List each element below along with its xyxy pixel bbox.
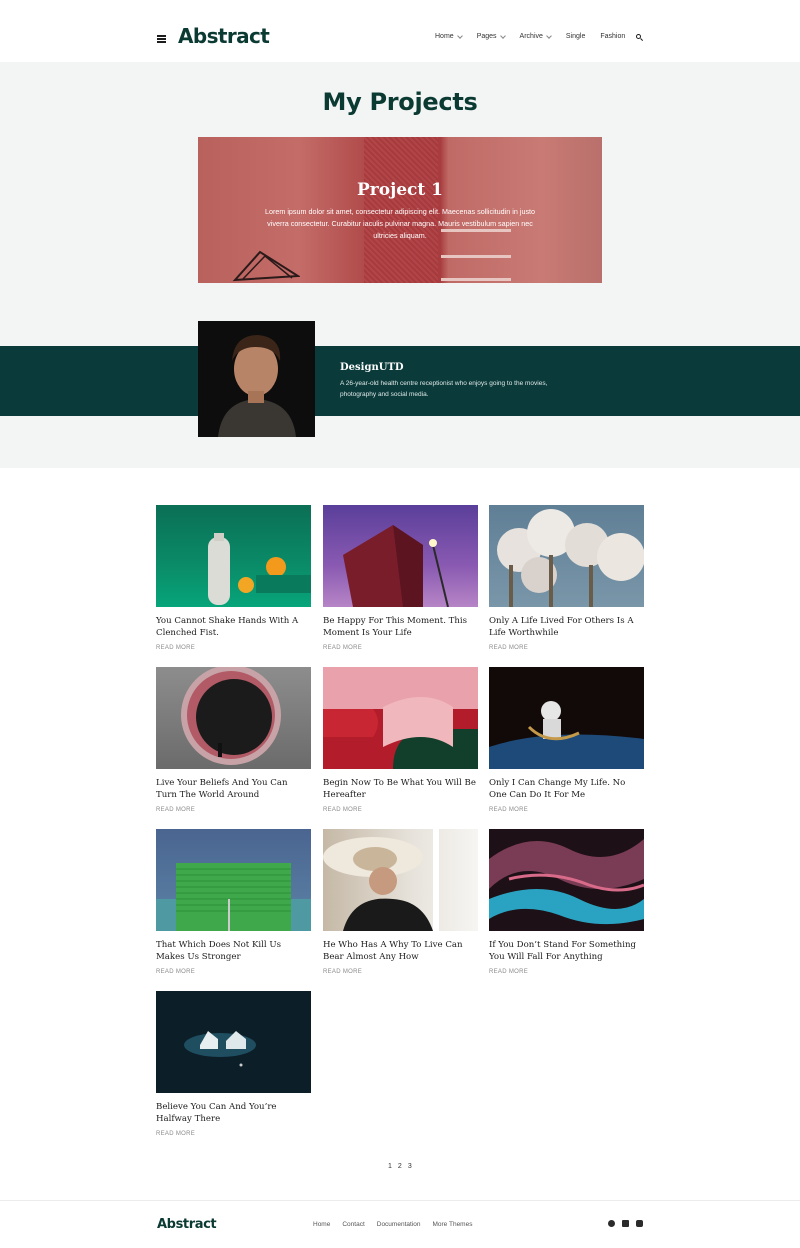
post-title[interactable]: Only I Can Change My Life. No One Can Do… <box>489 777 644 801</box>
main-nav: Home Pages Archive Single Fashion <box>435 32 640 40</box>
post-title[interactable]: That Which Does Not Kill Us Makes Us Str… <box>156 939 311 963</box>
post-thumbnail[interactable] <box>156 991 311 1093</box>
post-card[interactable]: Live Your Beliefs And You Can Turn The W… <box>156 667 311 813</box>
footer-nav: Home Contact Documentation More Themes <box>313 1221 484 1228</box>
post-thumbnail[interactable] <box>323 829 478 931</box>
post-card[interactable]: That Which Does Not Kill Us Makes Us Str… <box>156 829 311 975</box>
post-card[interactable]: Begin Now To Be What You Will Be Hereaft… <box>323 667 478 813</box>
twitter-icon[interactable] <box>622 1220 629 1227</box>
chevron-down-icon <box>499 32 506 39</box>
project-card[interactable]: Project 1 Lorem ipsum dolor sit amet, co… <box>198 137 602 283</box>
author-bio: A 26-year-old health centre receptionist… <box>340 380 548 398</box>
nav-label: Single <box>565 33 586 40</box>
post-thumbnail[interactable] <box>489 829 644 931</box>
footer-divider <box>0 1200 800 1201</box>
page-title: My Projects <box>322 88 478 116</box>
nav-item-single[interactable]: Single <box>566 33 585 40</box>
nav-label: Home <box>435 33 454 40</box>
pagination: 1 2 3 <box>388 1163 418 1170</box>
author-name[interactable]: DesignUTD <box>340 362 404 373</box>
post-card[interactable]: Only A Life Lived For Others Is A Life W… <box>489 505 644 651</box>
post-card[interactable]: Be Happy For This Moment. This Moment Is… <box>323 505 478 651</box>
nav-item-pages[interactable]: Pages <box>476 32 506 40</box>
footer-link-more-themes[interactable]: More Themes <box>432 1221 472 1228</box>
post-title[interactable]: Live Your Beliefs And You Can Turn The W… <box>156 777 311 801</box>
menu-icon[interactable] <box>157 35 166 43</box>
post-card[interactable]: He Who Has A Why To Live Can Bear Almost… <box>323 829 478 975</box>
nav-item-home[interactable]: Home <box>435 32 463 40</box>
facebook-icon[interactable] <box>608 1220 615 1227</box>
hanger-graphic <box>232 250 300 282</box>
read-more-link[interactable]: READ MORE <box>323 807 362 813</box>
post-title[interactable]: Believe You Can And You’re Halfway There <box>156 1101 311 1125</box>
site-logo[interactable]: Abstract <box>178 24 270 48</box>
read-more-link[interactable]: READ MORE <box>489 969 528 975</box>
read-more-link[interactable]: READ MORE <box>323 969 362 975</box>
post-thumbnail[interactable] <box>156 667 311 769</box>
post-thumbnail[interactable] <box>489 505 644 607</box>
post-card[interactable]: If You Don’t Stand For Something You Wil… <box>489 829 644 975</box>
site-header: Abstract Home Pages Archive Single Fashi… <box>0 0 800 62</box>
post-title[interactable]: You Cannot Shake Hands With A Clenched F… <box>156 615 311 639</box>
page-link[interactable]: 1 <box>388 1163 392 1170</box>
post-thumbnail[interactable] <box>489 667 644 769</box>
project-title: Project 1 <box>357 180 443 200</box>
post-thumbnail[interactable] <box>323 667 478 769</box>
post-card[interactable]: Only I Can Change My Life. No One Can Do… <box>489 667 644 813</box>
footer-link-contact[interactable]: Contact <box>342 1221 364 1228</box>
search-icon[interactable] <box>636 34 644 42</box>
post-card[interactable]: Believe You Can And You’re Halfway There… <box>156 991 311 1137</box>
chevron-down-icon <box>546 32 552 39</box>
post-thumbnail[interactable] <box>323 505 478 607</box>
nav-label: Archive <box>519 33 543 40</box>
avatar <box>198 321 315 437</box>
nav-item-fashion[interactable]: Fashion <box>600 33 625 40</box>
project-description: Lorem ipsum dolor sit amet, consectetur … <box>264 207 536 240</box>
footer-link-documentation[interactable]: Documentation <box>377 1221 421 1228</box>
read-more-link[interactable]: READ MORE <box>156 645 195 651</box>
read-more-link[interactable]: READ MORE <box>156 1131 195 1137</box>
shelf-graphic <box>441 255 511 258</box>
post-title[interactable]: Begin Now To Be What You Will Be Hereaft… <box>323 777 478 801</box>
shelf-graphic <box>441 278 511 281</box>
post-thumbnail[interactable] <box>156 829 311 931</box>
post-title[interactable]: Only A Life Lived For Others Is A Life W… <box>489 615 644 639</box>
footer-logo[interactable]: Abstract <box>157 1217 217 1232</box>
footer-link-home[interactable]: Home <box>313 1221 330 1228</box>
read-more-link[interactable]: READ MORE <box>489 645 528 651</box>
nav-label: Fashion <box>600 33 626 40</box>
youtube-icon[interactable] <box>636 1220 643 1227</box>
read-more-link[interactable]: READ MORE <box>489 807 528 813</box>
chevron-down-icon <box>456 32 463 39</box>
post-thumbnail[interactable] <box>156 505 311 607</box>
post-card[interactable]: You Cannot Shake Hands With A Clenched F… <box>156 505 311 651</box>
nav-item-archive[interactable]: Archive <box>519 32 552 40</box>
post-title[interactable]: Be Happy For This Moment. This Moment Is… <box>323 615 478 639</box>
read-more-link[interactable]: READ MORE <box>156 807 195 813</box>
page-link[interactable]: 3 <box>408 1163 412 1170</box>
nav-label: Pages <box>476 33 497 40</box>
post-title[interactable]: He Who Has A Why To Live Can Bear Almost… <box>323 939 478 963</box>
social-links <box>608 1220 650 1227</box>
page-link[interactable]: 2 <box>398 1163 402 1170</box>
read-more-link[interactable]: READ MORE <box>156 969 195 975</box>
read-more-link[interactable]: READ MORE <box>323 645 362 651</box>
post-title[interactable]: If You Don’t Stand For Something You Wil… <box>489 939 644 963</box>
